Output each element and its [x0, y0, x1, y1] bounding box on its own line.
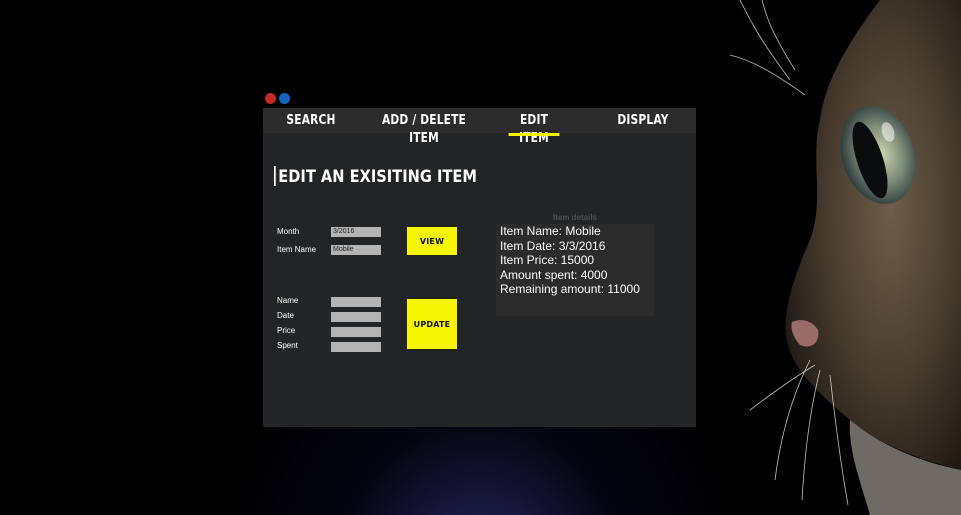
detail-remaining-amount: Remaining amount: 11000: [500, 282, 640, 297]
name-label: Name: [277, 296, 299, 305]
item-name-input[interactable]: [331, 245, 381, 255]
item-details-caption: Item details: [552, 213, 597, 222]
app-window: SEARCH ADD / DELETE ITEM EDIT ITEM DISPL…: [263, 108, 696, 427]
window-controls: [265, 93, 290, 104]
price-input[interactable]: [331, 327, 381, 337]
price-label: Price: [277, 326, 296, 335]
detail-amount-spent: Amount spent: 4000: [500, 267, 608, 282]
detail-item-name: Item Name: Mobile: [500, 224, 601, 238]
detail-item-date: Item Date: 3/3/2016: [500, 238, 606, 253]
name-input[interactable]: [331, 297, 381, 307]
date-input[interactable]: [331, 312, 381, 322]
title-accent-bar: [274, 166, 276, 186]
desktop: SEARCH ADD / DELETE ITEM EDIT ITEM DISPL…: [0, 0, 961, 515]
tab-search[interactable]: SEARCH: [286, 112, 335, 130]
tab-bar: SEARCH ADD / DELETE ITEM EDIT ITEM DISPL…: [263, 108, 696, 146]
detail-item-price: Item Price: 15000: [500, 253, 595, 268]
date-label: Date: [277, 311, 294, 320]
update-button[interactable]: UPDATE: [407, 299, 457, 349]
view-button[interactable]: VIEW: [407, 227, 457, 255]
page-title: EDIT AN EXISITING ITEM: [274, 166, 477, 188]
tab-display[interactable]: DISPLAY: [617, 112, 668, 130]
cat-wallpaper-image: [730, 0, 961, 515]
spent-input[interactable]: [331, 342, 381, 352]
item-name-label: Item Name: [277, 245, 317, 254]
month-label: Month: [277, 227, 300, 236]
spent-label: Spent: [277, 341, 298, 350]
tab-edit-item[interactable]: EDIT ITEM: [507, 112, 561, 146]
page-title-text: EDIT AN EXISITING ITEM: [278, 167, 477, 187]
close-window-dot[interactable]: [265, 93, 276, 104]
month-input[interactable]: [331, 227, 381, 237]
minimize-window-dot[interactable]: [279, 93, 290, 104]
item-details-panel: Item Name: Mobile Item Date: 3/3/2016 It…: [496, 224, 654, 316]
tab-add-delete-item[interactable]: ADD / DELETE ITEM: [373, 112, 475, 146]
